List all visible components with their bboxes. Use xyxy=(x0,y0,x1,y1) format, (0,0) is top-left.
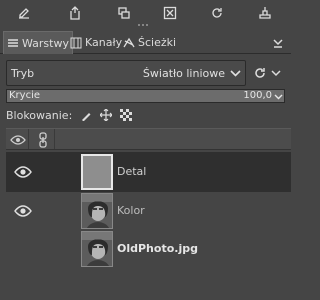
lock-row: Blokowanie: xyxy=(6,106,133,124)
tab-channels[interactable]: Kanały xyxy=(67,31,125,54)
anchor-icon xyxy=(259,7,271,19)
layer-row[interactable]: Kolor xyxy=(6,191,291,231)
edit-layer-icon xyxy=(19,8,29,19)
paths-icon xyxy=(123,37,135,47)
layer-name[interactable]: Kolor xyxy=(117,204,145,217)
duplicate-layer-button[interactable] xyxy=(114,4,134,22)
tab-paths[interactable]: Ścieżki xyxy=(120,31,179,54)
anchor-layer-button[interactable] xyxy=(255,4,275,22)
portrait-thumbnail-icon xyxy=(82,194,112,228)
chevron-down-icon[interactable] xyxy=(274,92,283,101)
layer-name[interactable]: OldPhoto.jpg xyxy=(117,242,198,255)
lock-label: Blokowanie: xyxy=(6,108,73,122)
chain-icon xyxy=(39,132,47,148)
tab-menu-icon[interactable] xyxy=(271,36,285,50)
reset-icon xyxy=(212,8,222,18)
eye-icon[interactable] xyxy=(14,165,32,179)
layers-toolbar xyxy=(0,0,291,27)
lock-alpha-icon[interactable] xyxy=(120,109,133,121)
eye-icon xyxy=(10,135,26,145)
lock-pixels-icon[interactable] xyxy=(80,109,92,121)
layer-row[interactable]: Detal xyxy=(6,152,291,192)
column-divider[interactable] xyxy=(28,129,29,149)
layer-thumbnail[interactable] xyxy=(81,154,113,190)
duplicate-layer-icon xyxy=(118,7,130,19)
layer-row[interactable]: OldPhoto.jpg xyxy=(6,229,291,269)
mode-row: Tryb Światło liniowe xyxy=(0,59,291,87)
tab-layers[interactable]: Warstwy xyxy=(3,31,73,54)
tab-layers-label: Warstwy xyxy=(22,36,69,50)
eye-icon[interactable] xyxy=(14,204,32,218)
panel-grip[interactable] xyxy=(138,24,152,28)
new-layer-icon xyxy=(70,6,80,20)
opacity-value: 100,0 xyxy=(243,90,272,101)
delete-layer-button[interactable] xyxy=(160,4,180,22)
tab-paths-label: Ścieżki xyxy=(138,36,177,49)
reset-button[interactable] xyxy=(207,4,227,22)
opacity-label: Krycie xyxy=(9,90,41,101)
layers-list-header xyxy=(6,128,291,150)
delete-layer-icon xyxy=(163,6,177,20)
chevron-down-icon xyxy=(230,70,241,77)
layer-name[interactable]: Detal xyxy=(117,165,146,178)
lock-position-icon[interactable] xyxy=(100,109,113,121)
layer-thumbnail[interactable] xyxy=(81,193,113,229)
portrait-thumbnail-icon xyxy=(82,232,112,266)
channels-icon xyxy=(70,37,82,48)
layers-icon xyxy=(8,39,18,47)
mode-value: Światło liniowe xyxy=(142,67,225,80)
mode-select[interactable]: Tryb Światło liniowe xyxy=(6,60,246,86)
new-layer-button[interactable] xyxy=(65,4,85,22)
mode-label: Tryb xyxy=(11,67,35,80)
tab-channels-label: Kanały xyxy=(85,36,123,49)
switch-mode-icon[interactable] xyxy=(252,65,268,81)
layer-thumbnail[interactable] xyxy=(81,231,113,267)
edit-layer-attributes-button[interactable] xyxy=(14,4,34,22)
opacity-slider[interactable]: Krycie 100,0 xyxy=(6,89,285,103)
chevron-down-icon[interactable] xyxy=(271,69,281,77)
dock-tabs: Warstwy Kanały Ścieżki xyxy=(0,31,291,54)
column-divider[interactable] xyxy=(54,129,55,149)
